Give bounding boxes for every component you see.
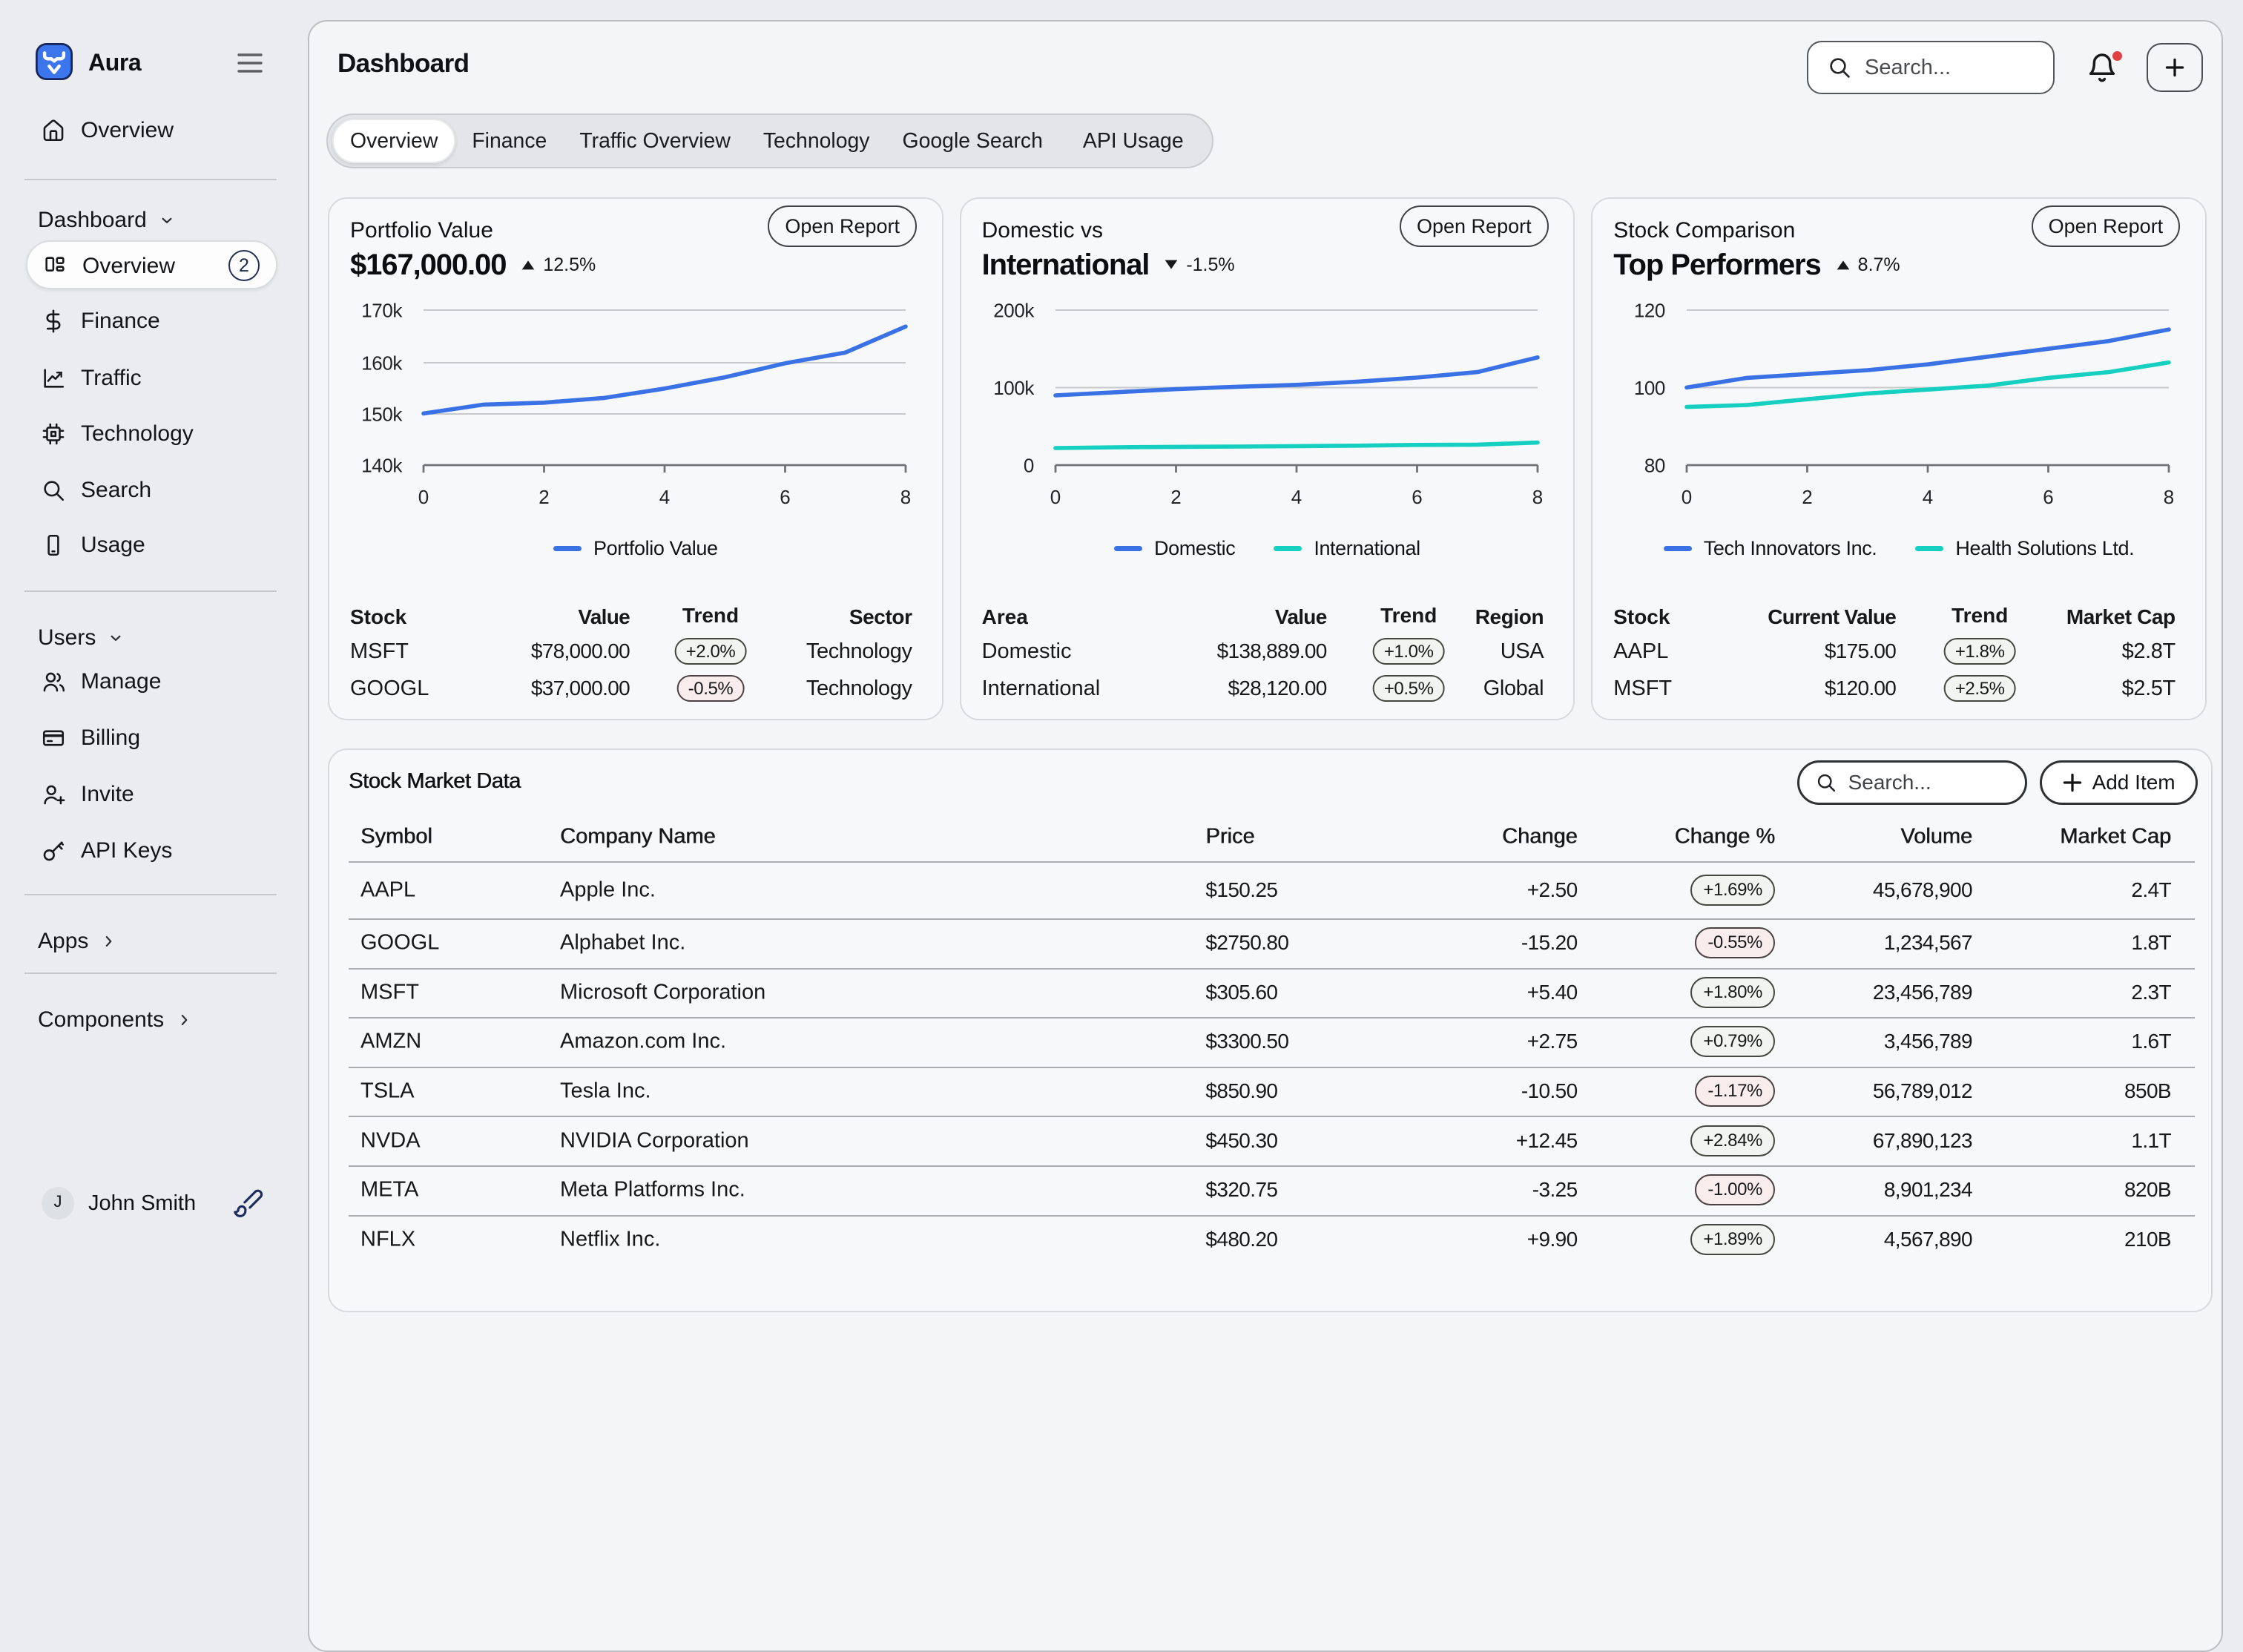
svg-text:2: 2 bbox=[1170, 486, 1181, 508]
svg-text:80: 80 bbox=[1644, 455, 1665, 477]
svg-text:100k: 100k bbox=[993, 377, 1035, 399]
svg-text:4: 4 bbox=[659, 486, 670, 508]
svg-text:170k: 170k bbox=[361, 300, 403, 322]
svg-text:6: 6 bbox=[1412, 486, 1422, 508]
svg-text:0: 0 bbox=[1024, 455, 1034, 477]
svg-text:150k: 150k bbox=[361, 404, 403, 426]
svg-text:6: 6 bbox=[2043, 486, 2053, 508]
svg-text:0: 0 bbox=[1050, 486, 1060, 508]
svg-text:120: 120 bbox=[1634, 300, 1665, 322]
svg-text:4: 4 bbox=[1923, 486, 1933, 508]
svg-text:160k: 160k bbox=[361, 352, 403, 375]
svg-text:100: 100 bbox=[1634, 377, 1665, 399]
svg-text:0: 0 bbox=[418, 486, 429, 508]
svg-text:200k: 200k bbox=[993, 300, 1035, 322]
svg-text:2: 2 bbox=[538, 486, 549, 508]
svg-text:8: 8 bbox=[1532, 486, 1542, 508]
svg-text:8: 8 bbox=[2164, 486, 2174, 508]
svg-text:8: 8 bbox=[900, 486, 911, 508]
svg-text:6: 6 bbox=[780, 486, 790, 508]
svg-text:0: 0 bbox=[1682, 486, 1692, 508]
svg-text:2: 2 bbox=[1802, 486, 1812, 508]
svg-text:140k: 140k bbox=[361, 455, 403, 477]
svg-text:4: 4 bbox=[1291, 486, 1301, 508]
